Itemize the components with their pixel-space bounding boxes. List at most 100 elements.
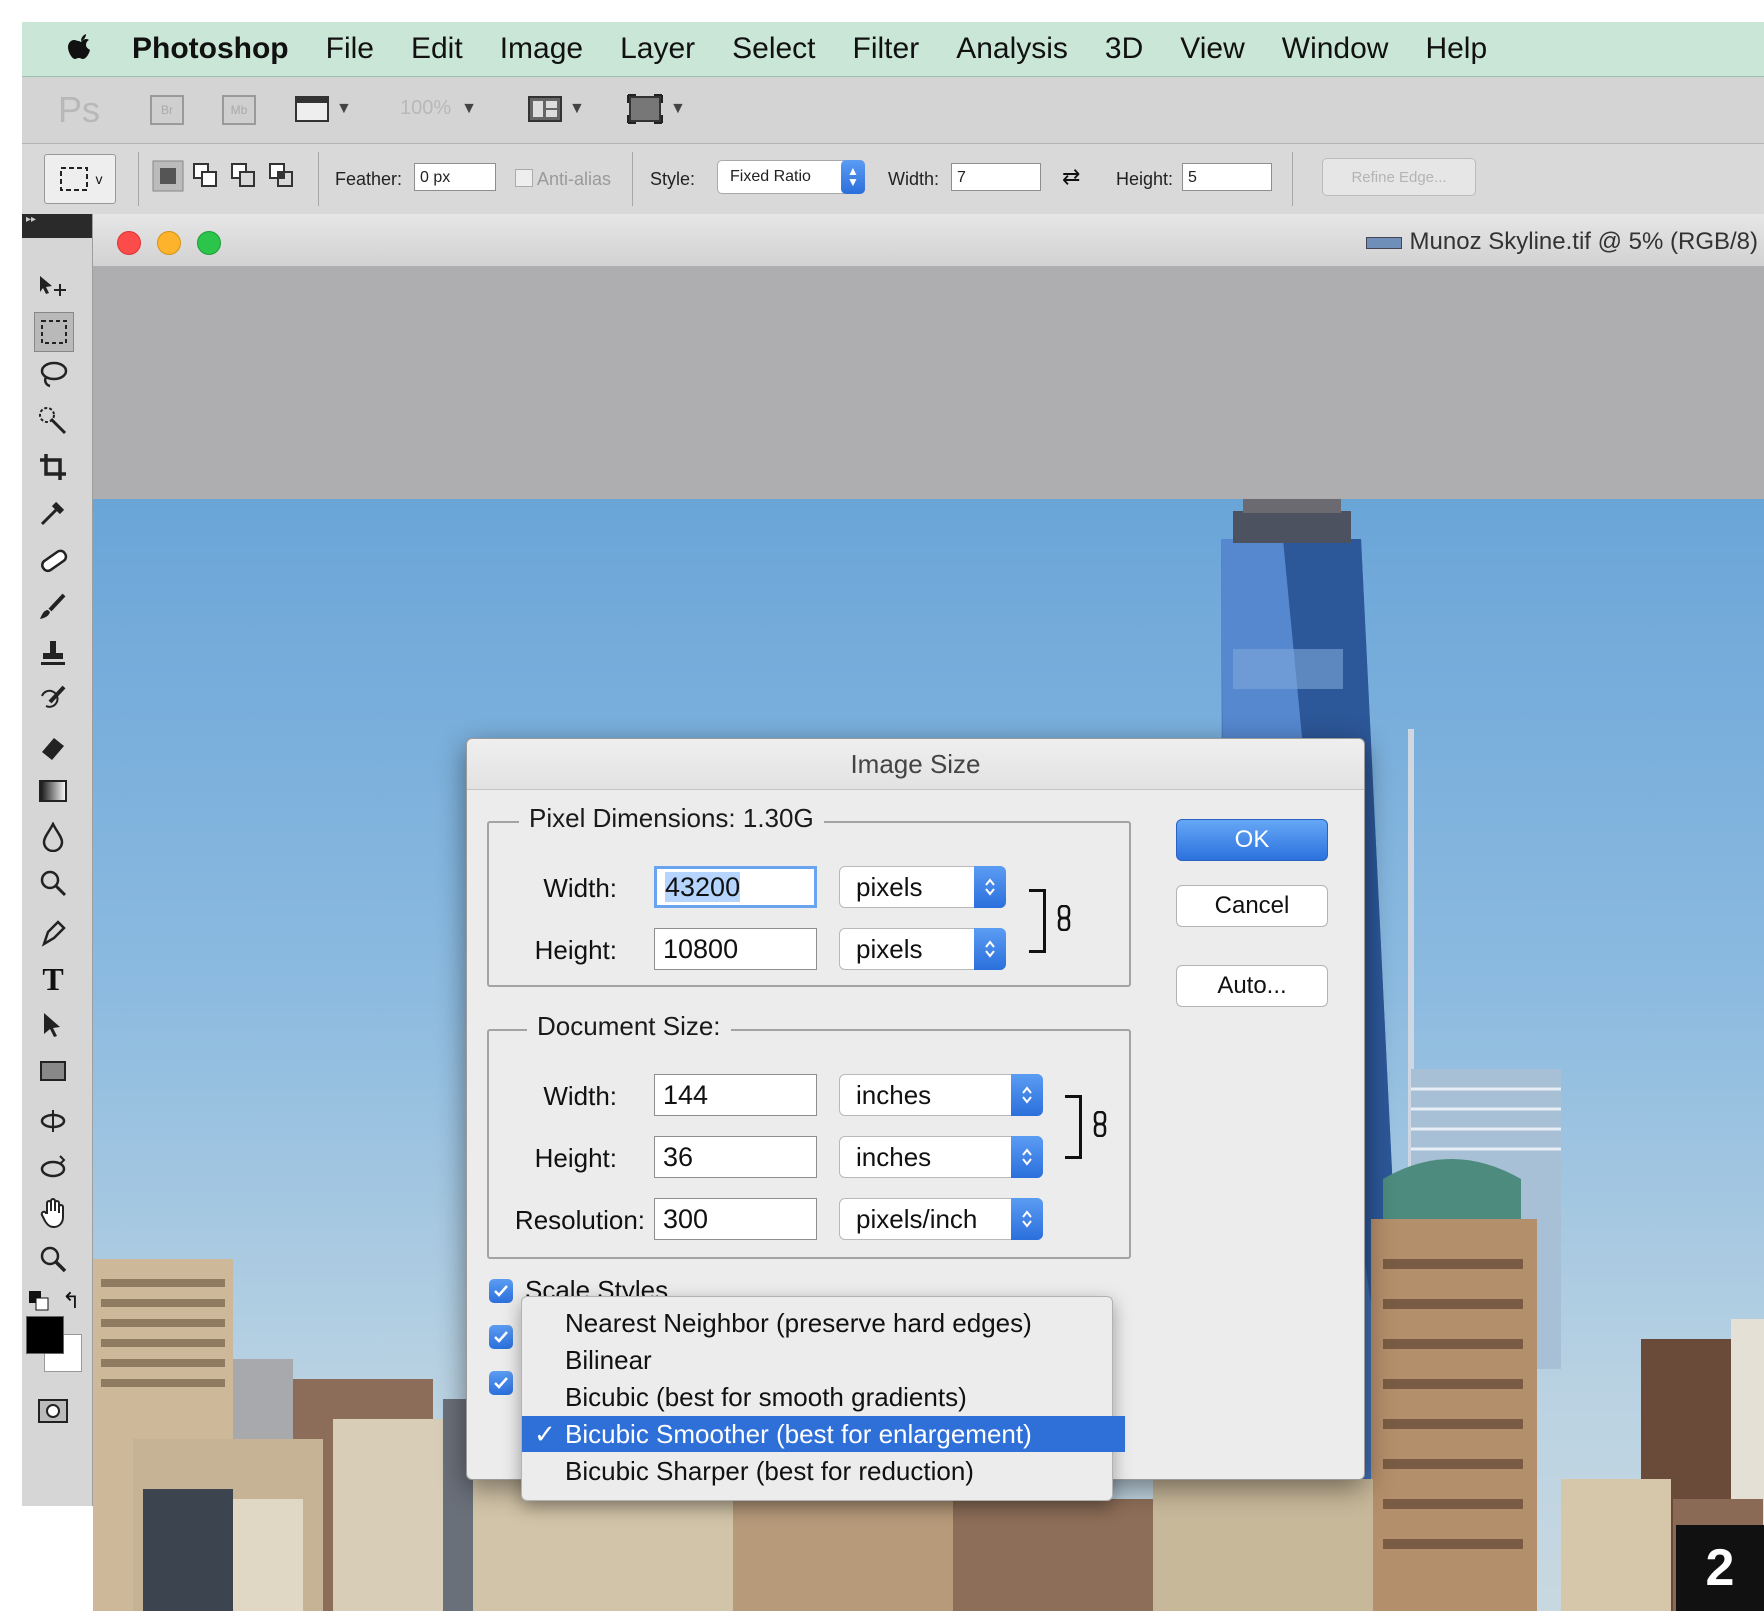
clone-stamp-tool-icon[interactable]: [34, 634, 72, 672]
menu-item-bilinear[interactable]: Bilinear: [522, 1342, 1112, 1378]
menu-3d[interactable]: 3D: [1105, 32, 1143, 66]
stepper-icon: [1011, 1074, 1043, 1116]
scale-styles-checkbox[interactable]: [489, 1279, 513, 1303]
width-input[interactable]: 7: [951, 163, 1041, 191]
marquee-tool-icon[interactable]: [34, 312, 74, 352]
pixel-width-unit-select[interactable]: pixels: [839, 866, 1006, 908]
document-file-icon: [1365, 236, 1402, 249]
screen-mode-icon[interactable]: ▼: [626, 93, 686, 125]
new-selection-icon[interactable]: [152, 160, 184, 192]
refine-edge-button[interactable]: Refine Edge...: [1322, 158, 1476, 196]
height-input[interactable]: 5: [1182, 163, 1272, 191]
menu-edit[interactable]: Edit: [411, 32, 463, 66]
constrain-proportions-checkbox[interactable]: [489, 1325, 513, 1349]
brush-tool-icon[interactable]: [34, 588, 72, 626]
zoom-level[interactable]: 100% ▼: [400, 97, 477, 120]
cancel-button[interactable]: Cancel: [1176, 885, 1328, 927]
mini-bridge-icon[interactable]: Mb: [222, 95, 256, 125]
close-window-button[interactable]: [117, 231, 141, 255]
history-brush-tool-icon[interactable]: [34, 680, 72, 718]
menu-analysis[interactable]: Analysis: [956, 32, 1068, 66]
foreground-color-swatch[interactable]: [26, 1316, 64, 1354]
pen-tool-icon[interactable]: [34, 914, 72, 952]
ok-button[interactable]: OK: [1176, 819, 1328, 861]
feather-label: Feather:: [335, 169, 403, 189]
doc-width-unit-select[interactable]: inches: [839, 1074, 1043, 1116]
pixel-height-label: Height:: [534, 935, 617, 965]
menu-item-nearest-neighbor[interactable]: Nearest Neighbor (preserve hard edges): [522, 1305, 1112, 1341]
options-bar: v Feather: 0 px Anti-alias Style: Fixed …: [22, 144, 1764, 215]
arrange-documents-icon[interactable]: ▼: [527, 95, 585, 123]
menu-view[interactable]: View: [1180, 32, 1244, 66]
menu-filter[interactable]: Filter: [853, 32, 920, 66]
menu-item-bicubic-smoother[interactable]: ✓ Bicubic Smoother (best for enlargement…: [522, 1416, 1125, 1452]
menu-bar: Photoshop File Edit Image Layer Select F…: [22, 22, 1764, 77]
swap-colors-icon[interactable]: ↰: [62, 1288, 80, 1314]
zoom-window-button[interactable]: [197, 231, 221, 255]
menu-file[interactable]: File: [326, 32, 374, 66]
move-tool-icon[interactable]: [34, 268, 72, 306]
menu-photoshop[interactable]: Photoshop: [132, 32, 289, 66]
quick-selection-tool-icon[interactable]: [34, 402, 72, 440]
eraser-tool-icon[interactable]: [34, 726, 72, 764]
pixel-width-input[interactable]: 43200: [654, 866, 817, 908]
type-tool-icon[interactable]: T: [34, 960, 72, 998]
swap-icon[interactable]: ⇄: [1062, 164, 1080, 190]
path-selection-tool-icon[interactable]: [34, 1006, 72, 1044]
subtract-from-selection-icon[interactable]: [228, 160, 260, 192]
doc-height-unit-select[interactable]: inches: [839, 1136, 1043, 1178]
doc-width-input[interactable]: 144: [654, 1074, 817, 1116]
height-label: Height:: [1116, 169, 1174, 189]
apple-icon[interactable]: [58, 34, 104, 64]
menu-window[interactable]: Window: [1282, 32, 1389, 66]
crop-tool-icon[interactable]: [34, 448, 72, 486]
eyedropper-tool-icon[interactable]: [34, 494, 72, 532]
3d-orbit-tool-icon[interactable]: [34, 1148, 72, 1186]
lasso-tool-icon[interactable]: [34, 356, 72, 394]
doc-width-label: Width:: [543, 1081, 617, 1111]
auto-button[interactable]: Auto...: [1176, 965, 1328, 1007]
menu-help[interactable]: Help: [1425, 32, 1487, 66]
bridge-icon[interactable]: Br: [150, 95, 184, 125]
rectangle-tool-icon[interactable]: [34, 1052, 72, 1090]
blur-tool-icon[interactable]: [34, 818, 72, 856]
default-colors-icon[interactable]: [28, 1290, 50, 1317]
resample-image-checkbox[interactable]: [489, 1371, 513, 1395]
quick-mask-icon[interactable]: [34, 1392, 72, 1430]
document-titlebar: Munoz Skyline.tif @ 5% (RGB/8): [93, 214, 1764, 267]
pixel-width-label: Width:: [543, 873, 617, 903]
toolbox-grip[interactable]: ▸▸: [22, 214, 92, 238]
toolbox: ▸▸ T ↰: [22, 214, 93, 1506]
feather-input[interactable]: 0 px: [414, 163, 496, 191]
view-extras-icon[interactable]: ▼: [294, 95, 352, 123]
pixel-height-unit-select[interactable]: pixels: [839, 928, 1006, 970]
hand-tool-icon[interactable]: [34, 1194, 72, 1232]
tool-preset-picker[interactable]: v: [44, 154, 116, 204]
zoom-tool-icon[interactable]: [34, 1240, 72, 1278]
menu-select[interactable]: Select: [732, 32, 815, 66]
style-select[interactable]: Fixed Ratio ▲ ▼: [717, 160, 865, 194]
doc-height-label: Height:: [534, 1143, 617, 1173]
pixel-constrain-bracket: [1029, 889, 1046, 953]
3d-rotate-tool-icon[interactable]: [34, 1102, 72, 1140]
gradient-tool-icon[interactable]: [34, 772, 72, 810]
menu-image[interactable]: Image: [500, 32, 583, 66]
menu-layer[interactable]: Layer: [620, 32, 695, 66]
minimize-window-button[interactable]: [157, 231, 181, 255]
doc-height-input[interactable]: 36: [654, 1136, 817, 1178]
stepper-icon: [1011, 1136, 1043, 1178]
width-label: Width:: [888, 169, 940, 189]
dodge-tool-icon[interactable]: [34, 864, 72, 902]
menu-item-bicubic-sharper[interactable]: Bicubic Sharper (best for reduction): [522, 1453, 1112, 1489]
pixel-dimensions-legend: Pixel Dimensions: 1.30G: [519, 803, 824, 834]
menu-item-bicubic[interactable]: Bicubic (best for smooth gradients): [522, 1379, 1112, 1415]
stepper-icon: [1011, 1198, 1043, 1240]
intersect-selection-icon[interactable]: [266, 160, 298, 192]
healing-brush-tool-icon[interactable]: [34, 542, 72, 580]
add-to-selection-icon[interactable]: [190, 160, 222, 192]
resolution-unit-select[interactable]: pixels/inch: [839, 1198, 1043, 1240]
style-stepper-icon: ▲ ▼: [841, 160, 865, 194]
resolution-input[interactable]: 300: [654, 1198, 817, 1240]
pixel-height-input[interactable]: 10800: [654, 928, 817, 970]
anti-alias-checkbox[interactable]: [515, 169, 533, 187]
